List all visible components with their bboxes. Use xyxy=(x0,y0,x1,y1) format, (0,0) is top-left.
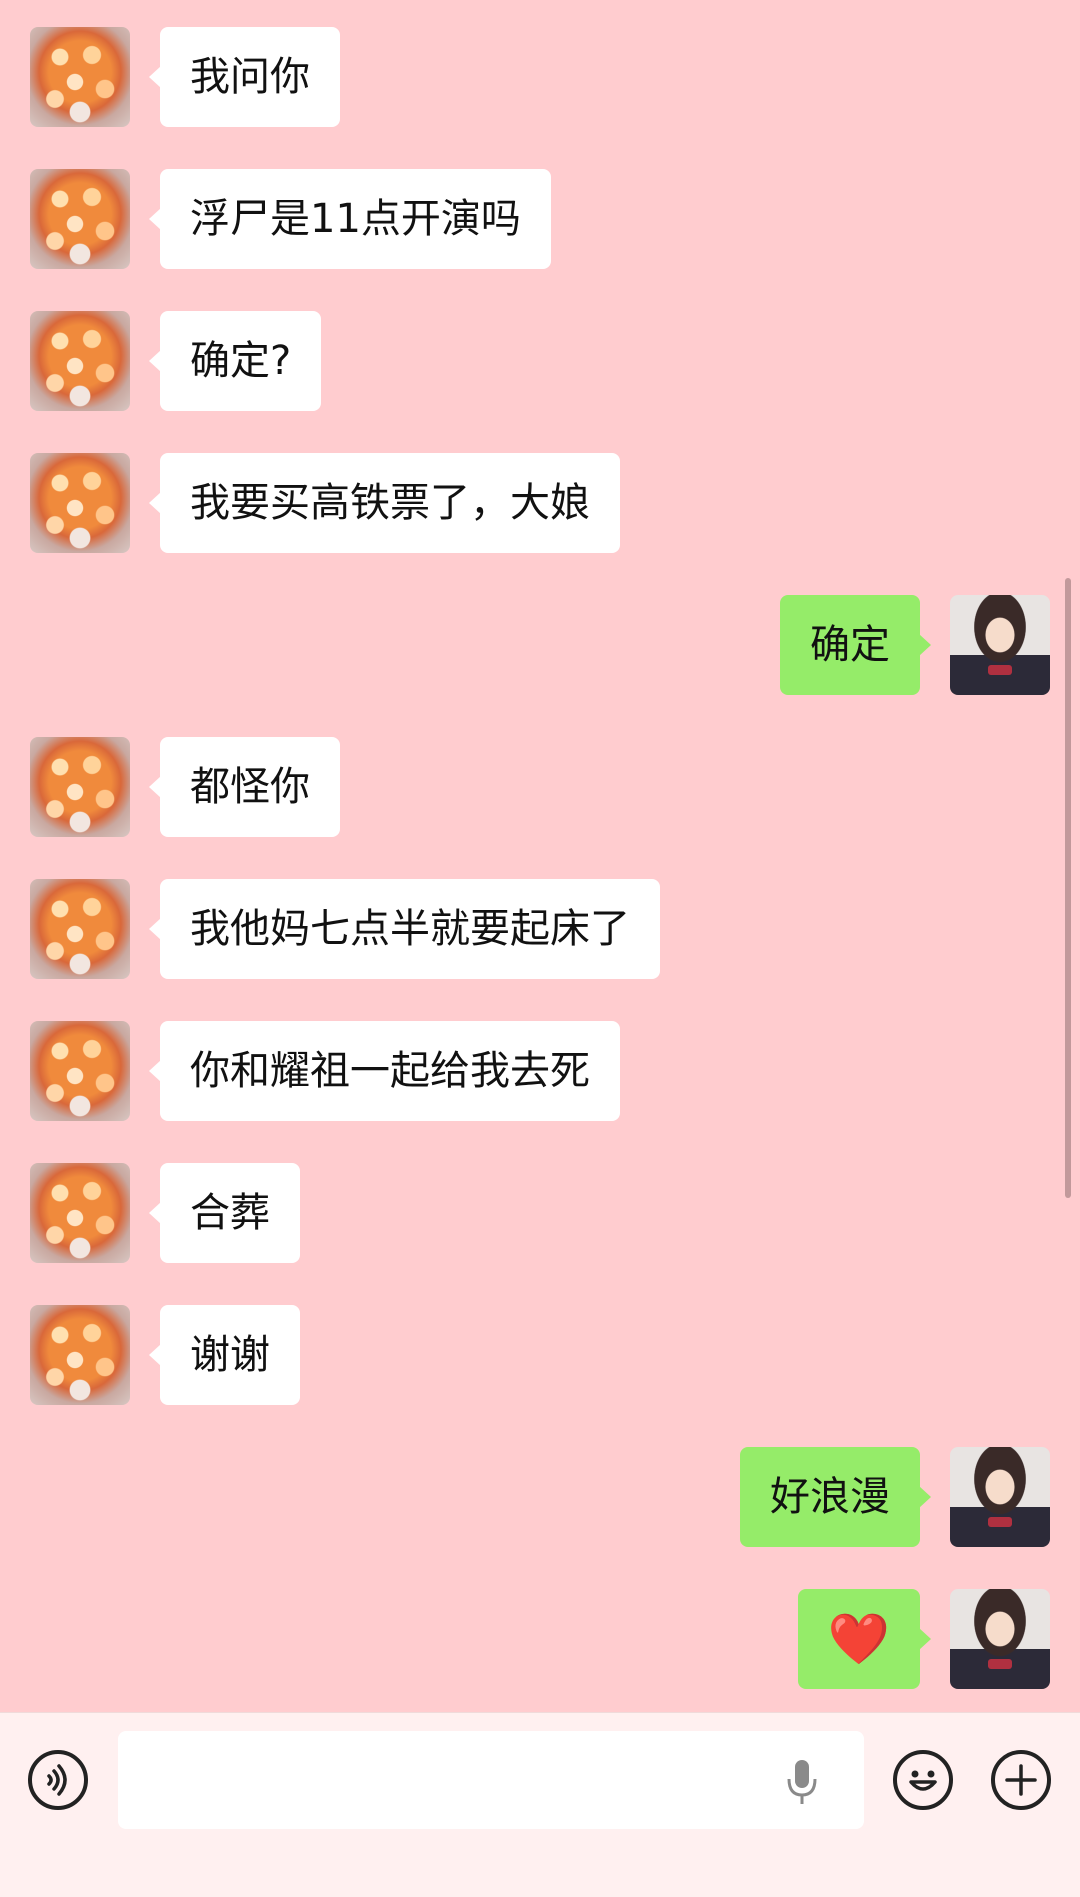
outgoing-message: 确定 xyxy=(0,595,1080,695)
message-text: 确定? xyxy=(190,338,292,384)
contact-avatar[interactable] xyxy=(30,27,130,127)
contact-avatar[interactable] xyxy=(30,311,130,411)
message-text: 谢谢 xyxy=(190,1332,270,1378)
emoji-icon xyxy=(909,1770,937,1791)
message-text: 都怪你 xyxy=(190,764,310,810)
voice-button[interactable] xyxy=(28,1750,88,1810)
voice-icon xyxy=(47,1764,67,1796)
message-text: 你和耀祖一起给我去死 xyxy=(190,1048,590,1094)
contact-avatar[interactable] xyxy=(30,737,130,837)
incoming-message: 浮尸是11点开演吗 xyxy=(0,169,1080,269)
incoming-message: 你和耀祖一起给我去死 xyxy=(0,1021,1080,1121)
heart-emoji: ❤️ xyxy=(827,1610,890,1668)
message-bubble[interactable]: 谢谢 xyxy=(149,1305,300,1405)
message-text: 我问你 xyxy=(190,54,310,100)
scrollbar[interactable] xyxy=(1065,578,1071,1198)
message-text: 合葬 xyxy=(190,1190,270,1236)
incoming-message: 我他妈七点半就要起床了 xyxy=(0,879,1080,979)
message-bubble[interactable]: 合葬 xyxy=(149,1163,300,1263)
incoming-message: 谢谢 xyxy=(0,1305,1080,1405)
message-bubble[interactable]: 我问你 xyxy=(149,27,340,127)
message-bubble[interactable]: 你和耀祖一起给我去死 xyxy=(149,1021,620,1121)
message-bubble[interactable]: 我他妈七点半就要起床了 xyxy=(149,879,660,979)
message-input[interactable] xyxy=(118,1731,864,1829)
input-bar xyxy=(0,1712,1080,1897)
outgoing-message: 好浪漫 xyxy=(0,1447,1080,1547)
chat-area[interactable]: 我问你浮尸是11点开演吗 确定? 我要买高铁票了，大娘确定都怪你我他妈七点半就要起床… xyxy=(0,0,1080,1712)
message-text: 我他妈七点半就要起床了 xyxy=(190,906,630,952)
incoming-message: 都怪你 xyxy=(0,737,1080,837)
microphone-icon[interactable] xyxy=(782,1757,822,1807)
contact-avatar[interactable] xyxy=(30,169,130,269)
message-text: 好浪漫 xyxy=(770,1474,890,1520)
contact-avatar[interactable] xyxy=(30,1163,130,1263)
emoji-button[interactable] xyxy=(893,1750,953,1810)
incoming-message: 合葬 xyxy=(0,1163,1080,1263)
my-avatar[interactable] xyxy=(950,1589,1050,1689)
my-avatar[interactable] xyxy=(950,595,1050,695)
message-bubble[interactable]: ❤️ xyxy=(797,1589,932,1689)
message-text: 确定 xyxy=(810,622,890,668)
message-text: 浮尸是11点开演吗 xyxy=(190,196,521,242)
incoming-message: 确定? xyxy=(0,311,1080,411)
contact-avatar[interactable] xyxy=(30,1305,130,1405)
message-bubble[interactable]: 浮尸是11点开演吗 xyxy=(149,169,551,269)
message-bubble[interactable]: 确定? xyxy=(148,311,322,411)
message-bubble[interactable]: 确定 xyxy=(780,595,931,695)
incoming-message: 我要买高铁票了，大娘 xyxy=(0,453,1080,553)
message-bubble[interactable]: 都怪你 xyxy=(149,737,340,837)
incoming-message: 我问你 xyxy=(0,27,1080,127)
plus-icon xyxy=(1005,1764,1037,1796)
contact-avatar[interactable] xyxy=(30,1021,130,1121)
plus-button[interactable] xyxy=(991,1750,1051,1810)
contact-avatar[interactable] xyxy=(30,879,130,979)
outgoing-message: ❤️ xyxy=(0,1589,1080,1689)
contact-avatar[interactable] xyxy=(30,453,130,553)
message-bubble[interactable]: 好浪漫 xyxy=(740,1447,931,1547)
my-avatar[interactable] xyxy=(950,1447,1050,1547)
message-bubble[interactable]: 我要买高铁票了，大娘 xyxy=(149,453,620,553)
message-text: 我要买高铁票了，大娘 xyxy=(190,480,590,526)
